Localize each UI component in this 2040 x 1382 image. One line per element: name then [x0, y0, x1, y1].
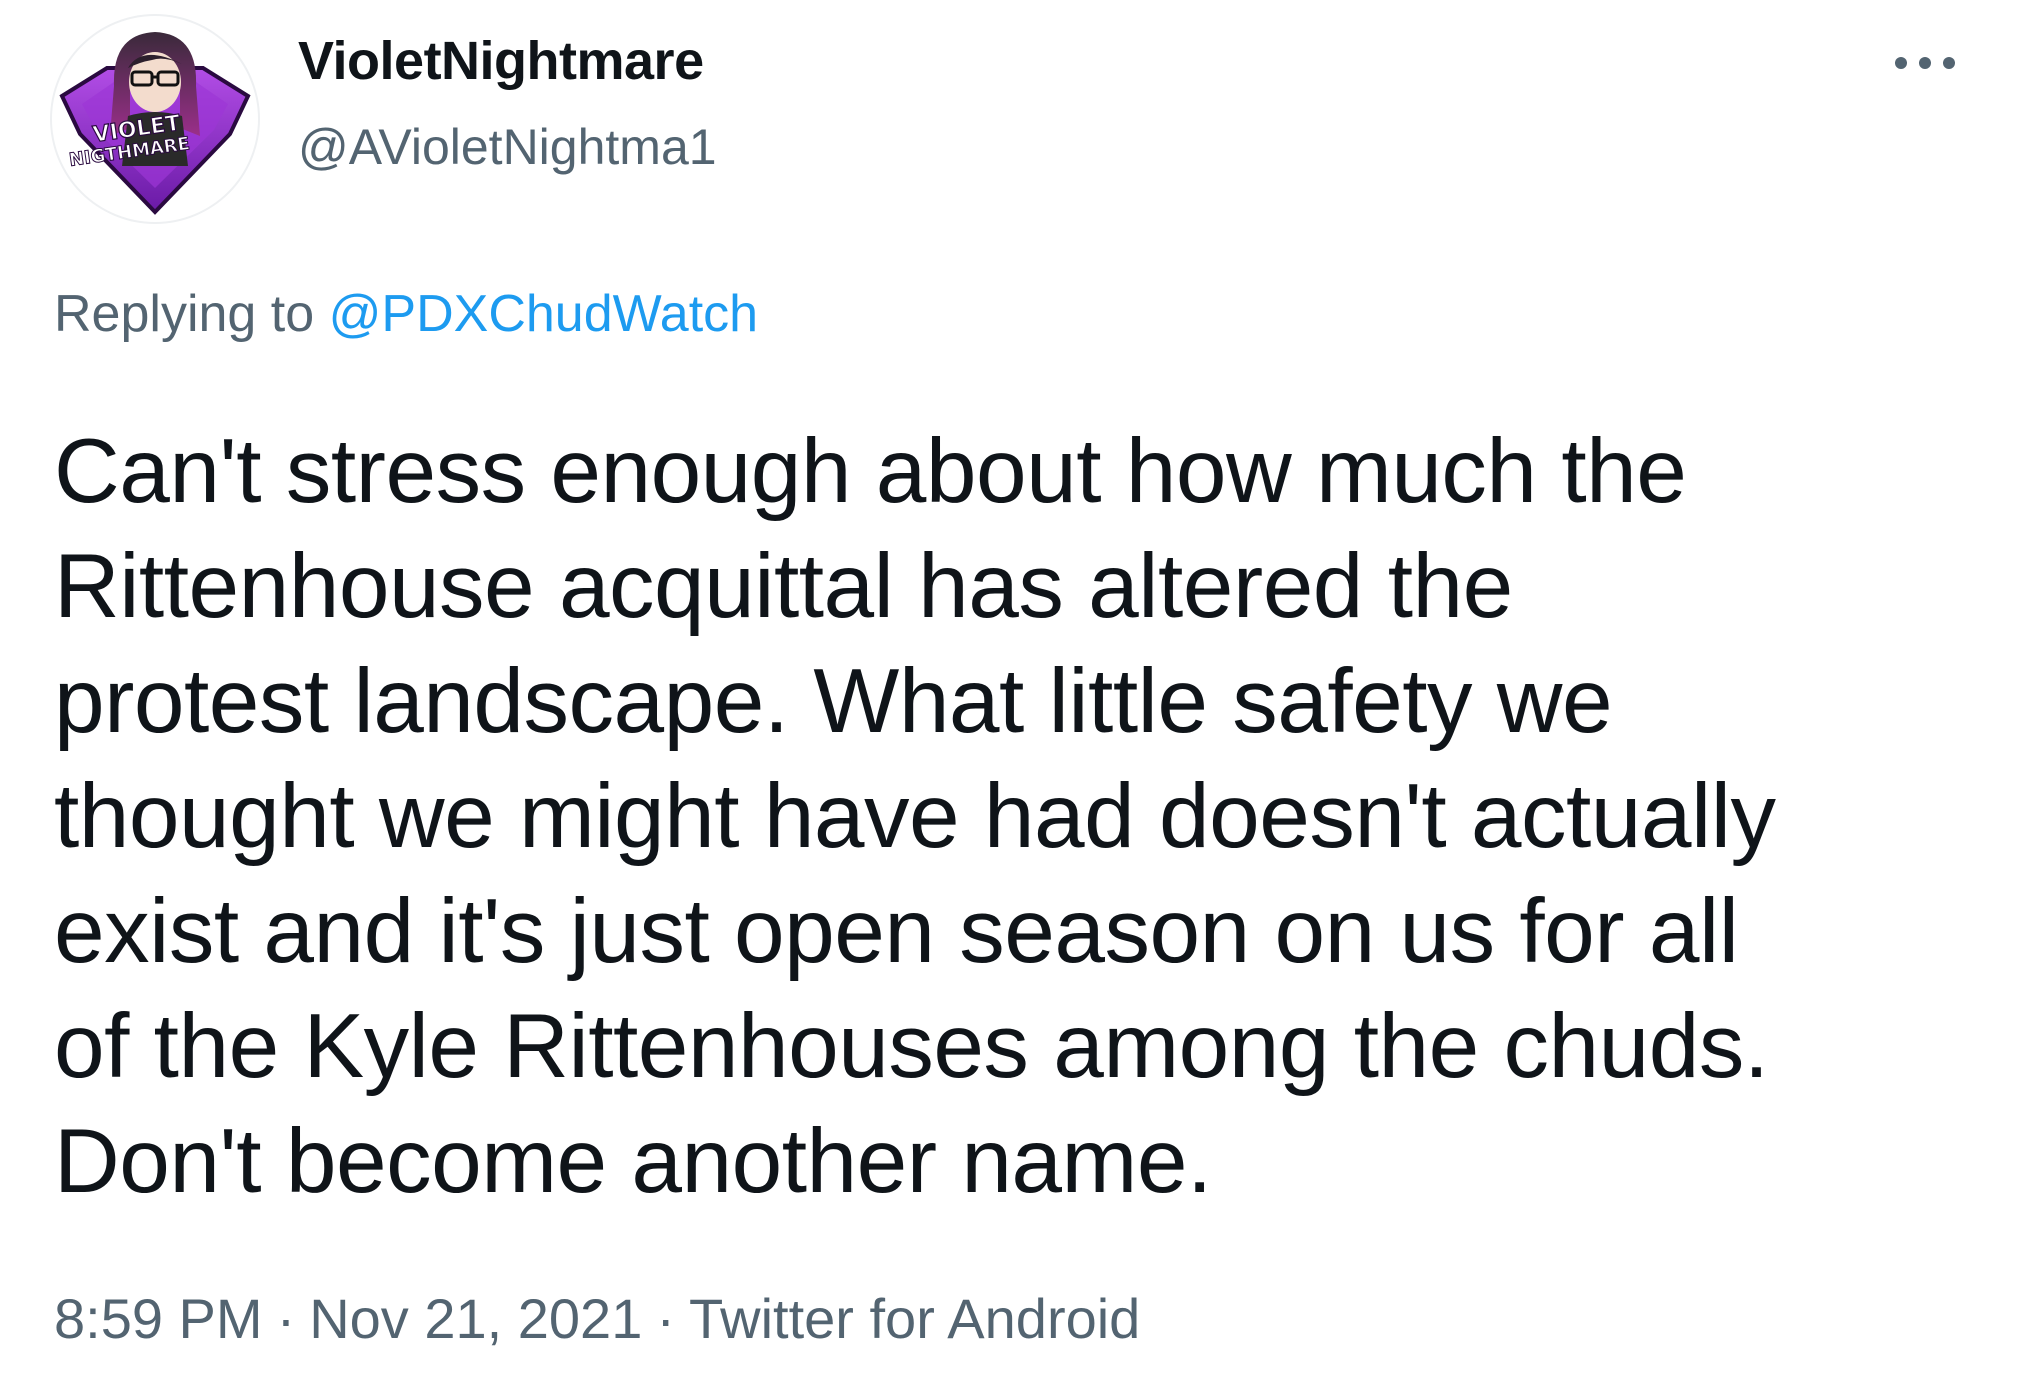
replying-to: Replying to @PDXChudWatch: [54, 284, 758, 344]
tweet-text: Can't stress enough about how much the R…: [54, 414, 1994, 1219]
avatar-image: VIOLET NIGTHMARE: [59, 32, 251, 215]
tweet-text-line: protest landscape. What little safety we: [54, 651, 1613, 752]
replying-to-label: Replying to: [54, 285, 315, 343]
meta-separator: ·: [656, 1287, 676, 1350]
tweet-date-link[interactable]: Nov 21, 2021: [309, 1287, 642, 1350]
tweet-text-line: exist and it's just open season on us fo…: [54, 881, 1739, 982]
reply-mention-link[interactable]: @PDXChudWatch: [329, 285, 758, 343]
tweet-text-line: Rittenhouse acquittal has altered the: [54, 536, 1513, 637]
display-name[interactable]: VioletNightmare: [298, 30, 704, 92]
more-options-button[interactable]: [1880, 36, 1970, 90]
avatar[interactable]: VIOLET NIGTHMARE: [52, 16, 258, 222]
tweet-text-line: Can't stress enough about how much the: [54, 421, 1687, 522]
tweet-text-line: thought we might have had doesn't actual…: [54, 766, 1776, 867]
tweet-text-line: Don't become another name.: [54, 1111, 1212, 1212]
more-horizontal-icon: [1919, 57, 1931, 69]
tweet-source-link[interactable]: Twitter for Android: [689, 1287, 1140, 1350]
more-horizontal-icon: [1943, 57, 1955, 69]
tweet-time-link[interactable]: 8:59 PM: [54, 1287, 263, 1350]
meta-separator: ·: [276, 1287, 296, 1350]
more-horizontal-icon: [1895, 57, 1907, 69]
tweet: VIOLET NIGTHMARE VioletNightmare @AViole…: [0, 0, 2040, 1382]
tweet-metadata: 8:59 PM · Nov 21, 2021 · Twitter for Android: [54, 1286, 1140, 1351]
tweet-text-line: of the Kyle Rittenhouses among the chuds…: [54, 996, 1769, 1097]
user-handle[interactable]: @AVioletNightma1: [298, 118, 717, 176]
